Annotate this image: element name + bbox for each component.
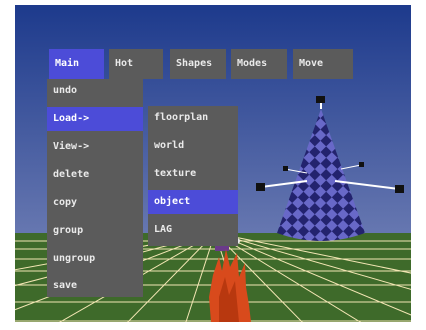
menu-item-label: delete bbox=[53, 169, 90, 180]
menubar-item-label: Hot bbox=[115, 58, 134, 69]
menu-item-label: save bbox=[53, 280, 78, 291]
app-window: Main Hot Shapes Modes Move undo Load-> V… bbox=[0, 0, 426, 330]
menubar-item-modes[interactable]: Modes bbox=[231, 49, 287, 79]
menubar-item-label: Shapes bbox=[176, 58, 213, 69]
menu-item-copy[interactable]: copy bbox=[47, 191, 143, 215]
menu-item-label: copy bbox=[53, 197, 78, 208]
main-menu: undo Load-> View-> delete copy group ung… bbox=[47, 79, 143, 297]
menu-item-delete[interactable]: delete bbox=[47, 163, 143, 187]
menu-item-undo[interactable]: undo bbox=[47, 79, 143, 103]
menu-item-label: world bbox=[154, 140, 185, 151]
menubar-item-shapes[interactable]: Shapes bbox=[170, 49, 226, 79]
menu-item-label: View-> bbox=[53, 141, 90, 152]
menu-item-view[interactable]: View-> bbox=[47, 135, 143, 159]
menu-item-ungroup[interactable]: ungroup bbox=[47, 247, 143, 271]
menu-item-label: group bbox=[53, 225, 84, 236]
submenu-item-object[interactable]: object bbox=[148, 190, 238, 214]
menu-item-label: floorplan bbox=[154, 112, 209, 123]
menu-item-label: Load-> bbox=[53, 113, 90, 124]
menubar-item-label: Modes bbox=[237, 58, 268, 69]
menu-item-label: LAG bbox=[154, 224, 173, 235]
3d-viewport[interactable]: Main Hot Shapes Modes Move undo Load-> V… bbox=[15, 5, 411, 322]
submenu-item-floorplan[interactable]: floorplan bbox=[148, 106, 238, 130]
menubar-item-main[interactable]: Main bbox=[49, 49, 104, 79]
submenu-item-world[interactable]: world bbox=[148, 134, 238, 158]
menu-item-label: object bbox=[154, 196, 191, 207]
menu-item-label: ungroup bbox=[53, 253, 96, 264]
load-submenu: floorplan world texture object LAG bbox=[148, 106, 238, 246]
submenu-item-texture[interactable]: texture bbox=[148, 162, 238, 186]
submenu-item-lag[interactable]: LAG bbox=[148, 218, 238, 242]
menubar-item-move[interactable]: Move bbox=[293, 49, 353, 79]
menubar-item-hot[interactable]: Hot bbox=[109, 49, 163, 79]
menu-item-label: texture bbox=[154, 168, 197, 179]
menubar-item-label: Move bbox=[299, 58, 324, 69]
menu-item-load[interactable]: Load-> bbox=[47, 107, 143, 131]
menu-item-label: undo bbox=[53, 85, 78, 96]
menu-item-save[interactable]: save bbox=[47, 274, 143, 298]
menu-item-group[interactable]: group bbox=[47, 219, 143, 243]
menubar-item-label: Main bbox=[55, 58, 80, 69]
